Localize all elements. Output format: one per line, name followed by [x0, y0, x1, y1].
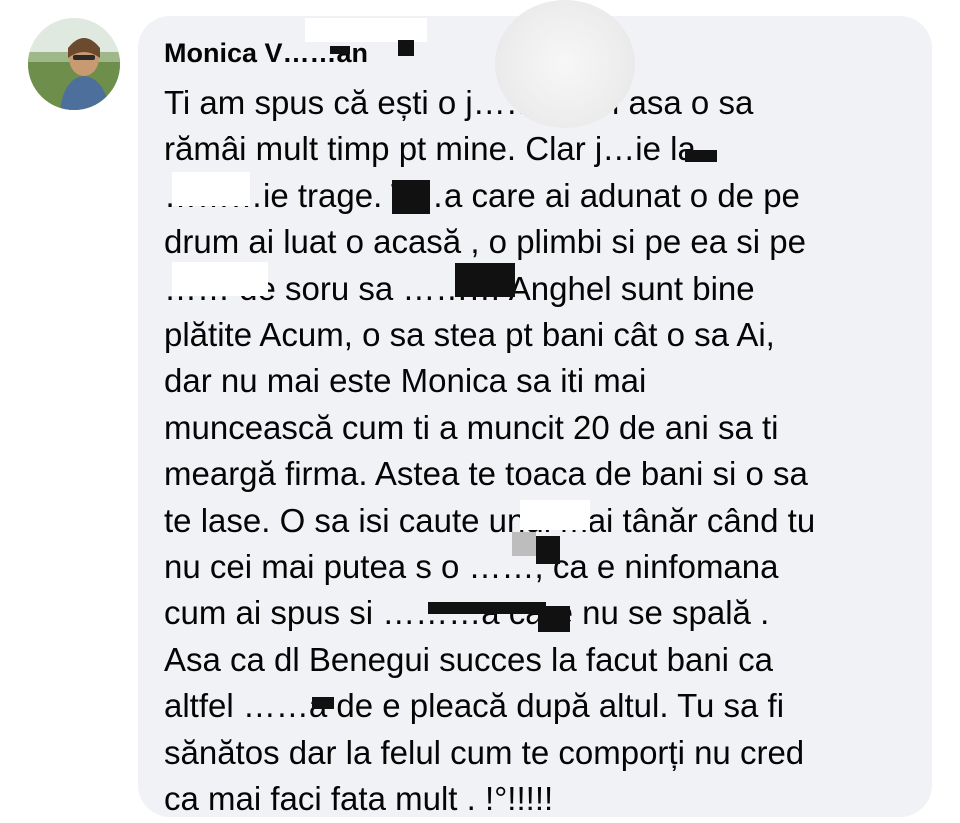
redaction-mark	[312, 697, 334, 709]
comment-line: drum ai luat o acasă , o plimbi si pe ea…	[164, 223, 807, 261]
comment-line: muncească cum ti a muncit 20 de ani sa t…	[164, 408, 779, 446]
redaction-mark	[538, 606, 570, 632]
profile-photo	[28, 18, 120, 110]
comment-line: ca mai faci fata mult . !°!!!!!	[164, 780, 554, 818]
redaction-mark	[520, 500, 590, 530]
redaction-mark	[330, 46, 350, 54]
comment-line: meargă firma. Astea te toaca de bani si …	[164, 455, 808, 493]
avatar[interactable]	[28, 18, 120, 110]
comment-line: rămâi mult timp pt mine. Clar j…ie la	[164, 130, 696, 168]
comment-line: …… de soru sa ……… Anghel sunt bine	[164, 269, 755, 307]
comment-bubble: Monica V……an Ti am spus că ești o j………. …	[138, 16, 932, 817]
redaction-mark	[428, 602, 546, 614]
redaction-mark	[685, 150, 717, 162]
redaction-mark	[172, 262, 268, 296]
redaction-mark	[495, 0, 635, 128]
redaction-mark	[512, 532, 536, 556]
comment-line: Asa ca dl Benegui succes la facut bani c…	[164, 640, 774, 678]
comment-text: Ti am spus că ești o j………. Si asa o sa r…	[164, 80, 906, 823]
comment-line: ………ie trage. T…a care ai adunat o de pe	[164, 176, 800, 214]
redaction-mark	[536, 536, 560, 564]
comment-line: plătite Acum, o sa stea pt bani cât o sa…	[164, 316, 775, 354]
redaction-mark	[455, 263, 515, 297]
redaction-mark	[392, 180, 430, 214]
redaction-mark	[172, 172, 250, 206]
comment-line: dar nu mai este Monica sa iti mai	[164, 362, 647, 400]
comment-line: sănătos dar la felul cum te comporți nu …	[164, 733, 805, 771]
redaction-mark	[398, 40, 414, 56]
comment-line: altfel ……a de e pleacă după altul. Tu sa…	[164, 687, 785, 725]
redaction-mark	[305, 18, 427, 42]
